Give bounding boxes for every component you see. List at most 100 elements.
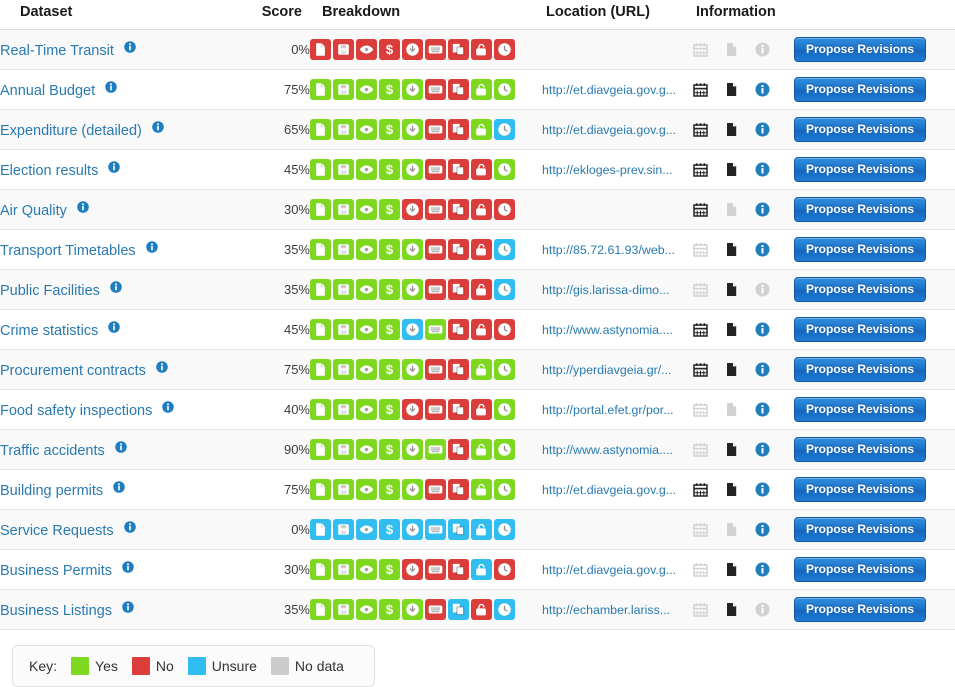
dataset-info-circle-icon[interactable] bbox=[151, 120, 165, 137]
breakdown-dollar-icon[interactable]: $ bbox=[379, 599, 400, 620]
breakdown-keyboard-icon[interactable] bbox=[425, 359, 446, 380]
breakdown-unlock-icon[interactable] bbox=[471, 599, 492, 620]
information-document-icon[interactable] bbox=[723, 361, 740, 378]
breakdown-eye-icon[interactable] bbox=[356, 439, 377, 460]
breakdown-copy-icon[interactable] bbox=[448, 239, 469, 260]
dataset-info-circle-icon[interactable] bbox=[104, 80, 118, 97]
location-url-link[interactable]: http://85.72.61.93/web... bbox=[542, 243, 675, 257]
breakdown-clock-icon[interactable] bbox=[494, 479, 515, 500]
dataset-link[interactable]: Transport Timetables bbox=[0, 243, 136, 259]
breakdown-download-icon[interactable] bbox=[402, 239, 423, 260]
breakdown-unlock-icon[interactable] bbox=[471, 359, 492, 380]
breakdown-floppy-disk-icon[interactable] bbox=[333, 119, 354, 140]
information-info-circle-icon[interactable] bbox=[754, 481, 771, 498]
breakdown-file-icon[interactable] bbox=[310, 399, 331, 420]
propose-revisions-button[interactable]: Propose Revisions bbox=[794, 396, 927, 423]
breakdown-file-icon[interactable] bbox=[310, 79, 331, 100]
breakdown-download-icon[interactable] bbox=[402, 599, 423, 620]
breakdown-unlock-icon[interactable] bbox=[471, 79, 492, 100]
dataset-info-circle-icon[interactable] bbox=[107, 160, 121, 177]
breakdown-floppy-disk-icon[interactable] bbox=[333, 559, 354, 580]
breakdown-keyboard-icon[interactable] bbox=[425, 119, 446, 140]
breakdown-keyboard-icon[interactable] bbox=[425, 199, 446, 220]
breakdown-floppy-disk-icon[interactable] bbox=[333, 79, 354, 100]
breakdown-download-icon[interactable] bbox=[402, 159, 423, 180]
breakdown-keyboard-icon[interactable] bbox=[425, 39, 446, 60]
dataset-link[interactable]: Food safety inspections bbox=[0, 403, 152, 419]
dataset-link[interactable]: Traffic accidents bbox=[0, 443, 105, 459]
breakdown-file-icon[interactable] bbox=[310, 239, 331, 260]
breakdown-download-icon[interactable] bbox=[402, 39, 423, 60]
breakdown-eye-icon[interactable] bbox=[356, 599, 377, 620]
breakdown-file-icon[interactable] bbox=[310, 159, 331, 180]
breakdown-unlock-icon[interactable] bbox=[471, 479, 492, 500]
propose-revisions-button[interactable]: Propose Revisions bbox=[794, 36, 927, 63]
dataset-link[interactable]: Election results bbox=[0, 163, 98, 179]
propose-revisions-button[interactable]: Propose Revisions bbox=[794, 356, 927, 383]
breakdown-dollar-icon[interactable]: $ bbox=[379, 119, 400, 140]
breakdown-keyboard-icon[interactable] bbox=[425, 79, 446, 100]
breakdown-dollar-icon[interactable]: $ bbox=[379, 159, 400, 180]
breakdown-file-icon[interactable] bbox=[310, 319, 331, 340]
breakdown-copy-icon[interactable] bbox=[448, 39, 469, 60]
propose-revisions-button[interactable]: Propose Revisions bbox=[794, 436, 927, 463]
breakdown-copy-icon[interactable] bbox=[448, 159, 469, 180]
breakdown-dollar-icon[interactable]: $ bbox=[379, 279, 400, 300]
breakdown-download-icon[interactable] bbox=[402, 359, 423, 380]
breakdown-keyboard-icon[interactable] bbox=[425, 239, 446, 260]
breakdown-copy-icon[interactable] bbox=[448, 279, 469, 300]
breakdown-dollar-icon[interactable]: $ bbox=[379, 79, 400, 100]
breakdown-copy-icon[interactable] bbox=[448, 479, 469, 500]
dataset-link[interactable]: Procurement contracts bbox=[0, 363, 146, 379]
breakdown-file-icon[interactable] bbox=[310, 39, 331, 60]
breakdown-download-icon[interactable] bbox=[402, 519, 423, 540]
breakdown-eye-icon[interactable] bbox=[356, 199, 377, 220]
dataset-link[interactable]: Real-Time Transit bbox=[0, 43, 114, 59]
breakdown-unlock-icon[interactable] bbox=[471, 159, 492, 180]
breakdown-floppy-disk-icon[interactable] bbox=[333, 319, 354, 340]
location-url-link[interactable]: http://et.diavgeia.gov.g... bbox=[542, 123, 676, 137]
information-calendar-icon[interactable] bbox=[692, 121, 709, 138]
breakdown-eye-icon[interactable] bbox=[356, 559, 377, 580]
information-document-icon[interactable] bbox=[723, 281, 740, 298]
breakdown-floppy-disk-icon[interactable] bbox=[333, 39, 354, 60]
breakdown-floppy-disk-icon[interactable] bbox=[333, 279, 354, 300]
breakdown-copy-icon[interactable] bbox=[448, 439, 469, 460]
breakdown-unlock-icon[interactable] bbox=[471, 559, 492, 580]
propose-revisions-button[interactable]: Propose Revisions bbox=[794, 556, 927, 583]
breakdown-unlock-icon[interactable] bbox=[471, 39, 492, 60]
location-url-link[interactable]: http://echamber.lariss... bbox=[542, 603, 670, 617]
breakdown-unlock-icon[interactable] bbox=[471, 199, 492, 220]
dataset-info-circle-icon[interactable] bbox=[123, 520, 137, 537]
breakdown-clock-icon[interactable] bbox=[494, 79, 515, 100]
breakdown-download-icon[interactable] bbox=[402, 479, 423, 500]
breakdown-copy-icon[interactable] bbox=[448, 519, 469, 540]
location-url-link[interactable]: http://et.diavgeia.gov.g... bbox=[542, 563, 676, 577]
dataset-link[interactable]: Business Listings bbox=[0, 603, 112, 619]
propose-revisions-button[interactable]: Propose Revisions bbox=[794, 516, 927, 543]
breakdown-copy-icon[interactable] bbox=[448, 79, 469, 100]
breakdown-eye-icon[interactable] bbox=[356, 239, 377, 260]
propose-revisions-button[interactable]: Propose Revisions bbox=[794, 236, 927, 263]
breakdown-eye-icon[interactable] bbox=[356, 359, 377, 380]
propose-revisions-button[interactable]: Propose Revisions bbox=[794, 116, 927, 143]
information-info-circle-icon[interactable] bbox=[754, 201, 771, 218]
information-info-circle-icon[interactable] bbox=[754, 161, 771, 178]
dataset-link[interactable]: Expenditure (detailed) bbox=[0, 123, 142, 139]
breakdown-download-icon[interactable] bbox=[402, 279, 423, 300]
dataset-link[interactable]: Business Permits bbox=[0, 563, 112, 579]
breakdown-keyboard-icon[interactable] bbox=[425, 439, 446, 460]
breakdown-copy-icon[interactable] bbox=[448, 319, 469, 340]
breakdown-unlock-icon[interactable] bbox=[471, 399, 492, 420]
information-info-circle-icon[interactable] bbox=[754, 121, 771, 138]
propose-revisions-button[interactable]: Propose Revisions bbox=[794, 276, 927, 303]
dataset-link[interactable]: Building permits bbox=[0, 483, 103, 499]
breakdown-clock-icon[interactable] bbox=[494, 559, 515, 580]
breakdown-dollar-icon[interactable]: $ bbox=[379, 319, 400, 340]
breakdown-floppy-disk-icon[interactable] bbox=[333, 519, 354, 540]
breakdown-clock-icon[interactable] bbox=[494, 239, 515, 260]
breakdown-clock-icon[interactable] bbox=[494, 279, 515, 300]
dataset-link[interactable]: Crime statistics bbox=[0, 323, 98, 339]
breakdown-floppy-disk-icon[interactable] bbox=[333, 439, 354, 460]
breakdown-clock-icon[interactable] bbox=[494, 519, 515, 540]
